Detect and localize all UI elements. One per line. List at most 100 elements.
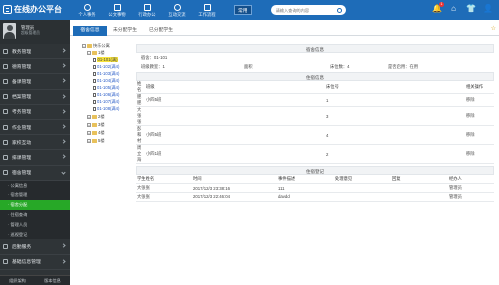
user-panel: 管理员 超级管理员: [0, 20, 70, 44]
sidebar-item-label: 考务管理: [12, 110, 32, 116]
room-icon: [93, 100, 96, 104]
expand-icon[interactable]: +: [87, 114, 91, 119]
folder-icon: [92, 50, 97, 55]
nav-admin[interactable]: 行政办公: [132, 2, 162, 19]
table-row: 大张张 2017/12/3 22:46:04 davdd 管理员: [136, 192, 494, 202]
search-input[interactable]: [270, 5, 333, 15]
avatar[interactable]: [3, 23, 16, 39]
tab-unassigned[interactable]: 未分配学生: [107, 26, 143, 36]
tree-room[interactable]: 01-104(满4): [93, 77, 119, 84]
top-nav: 个人事务 公文事物 行政办公 互动交流 工作流程: [72, 2, 222, 19]
cell-time: 2017/12/3 23:38:16: [192, 183, 277, 194]
sidebar-item-moral[interactable]: 德育管理: [0, 59, 70, 75]
sidebar-item-lesson[interactable]: 备课管理: [0, 74, 70, 90]
sidebar-item-logistics[interactable]: 后勤服务: [0, 239, 70, 255]
collapse-icon[interactable]: −: [82, 43, 86, 48]
notebook-icon: [3, 78, 8, 84]
cell-opinion: [334, 192, 391, 202]
sidebar-sub-dorm-manage[interactable]: · 宿舍管理: [0, 190, 70, 201]
sidebar-item-basic-info[interactable]: 基础信息管理: [0, 255, 70, 270]
nav-chat[interactable]: 互动交流: [162, 2, 192, 19]
tree-room[interactable]: 01-108(满4): [93, 105, 119, 112]
dorm-number: 宿舍：01-101: [141, 55, 168, 60]
nav-documents[interactable]: 公文事物: [102, 2, 132, 19]
sidebar-item-home-school[interactable]: 家校互动: [0, 135, 70, 151]
sidebar-item-academic[interactable]: 教务管理: [0, 44, 70, 60]
tree-floor[interactable]: − 1楼: [87, 49, 105, 56]
tab-bar: 宿舍信息 未分配学生 已分配学生 ☆: [70, 26, 499, 36]
log-table: 学生姓名 时间 事件描述 处理意见 回复 经办人 大张张 2017/12/3 2…: [136, 175, 494, 202]
tree-floor[interactable]: +3楼: [87, 121, 105, 128]
archive-icon: [3, 94, 8, 100]
tree-root[interactable]: − 快乐公寓: [82, 42, 110, 49]
tab-assigned[interactable]: 已分配学生: [143, 26, 179, 36]
cell-desc: davdd: [277, 192, 334, 202]
nav-personal[interactable]: 个人事务: [72, 2, 102, 19]
tree-label: 01-108(满4): [97, 106, 120, 111]
tree-label: 01-101(满): [97, 57, 119, 62]
version-info-link[interactable]: 版本信息: [35, 276, 70, 285]
collapse-icon[interactable]: −: [87, 50, 91, 55]
tree-room[interactable]: 01-101(满): [93, 56, 119, 63]
chevron-right-icon: [61, 243, 66, 249]
tree-label: 3楼: [98, 122, 105, 127]
book-icon: [3, 48, 8, 54]
tree-room[interactable]: 01-105(满4): [93, 84, 119, 91]
user-role: 超级管理员: [21, 31, 40, 35]
sidebar-sub-patrol[interactable]: · 巡视登记: [0, 229, 70, 240]
expand-icon[interactable]: +: [87, 122, 91, 127]
room-icon: [93, 107, 96, 111]
remove-link[interactable]: 移除: [465, 93, 494, 107]
nav-workflow[interactable]: 工作流程: [192, 2, 222, 19]
tree-floor[interactable]: +2楼: [87, 113, 105, 120]
cell-name: 大张张: [136, 106, 145, 126]
col-header: 班级: [145, 81, 325, 94]
cell-handler: 管理员: [448, 183, 494, 194]
room-icon: [93, 72, 96, 76]
sidebar-sub-dorm-assign[interactable]: · 宿舍分配: [0, 200, 70, 211]
remove-link[interactable]: 移除: [465, 106, 494, 126]
tree-room[interactable]: 01-106(满4): [93, 91, 119, 98]
sidebar-item-schedule[interactable]: 排课管理: [0, 150, 70, 166]
expand-icon[interactable]: +: [87, 130, 91, 135]
folder-icon: [92, 114, 97, 119]
tree-label: 2楼: [98, 114, 105, 119]
app-brand[interactable]: 在线办公平台: [3, 4, 62, 15]
sidebar-item-dorm[interactable]: 宿舍管理: [0, 166, 70, 181]
bell-icon[interactable]: 🔔 1: [432, 2, 444, 14]
sidebar-item-homework[interactable]: 作业管理: [0, 120, 70, 136]
search-icon[interactable]: [336, 7, 342, 13]
cell-handler: 管理员: [448, 192, 494, 202]
sidebar-footer: 组织架构 版本信息: [0, 275, 70, 285]
sidebar-sub-staff[interactable]: · 管理人员: [0, 219, 70, 230]
bed-icon: [3, 170, 8, 176]
shirt-icon[interactable]: 👕: [466, 4, 476, 14]
tree-room[interactable]: 01-102(满4): [93, 63, 119, 70]
folder-icon: [92, 130, 97, 135]
folder-icon: [92, 122, 97, 127]
chevron-right-icon: [61, 154, 66, 159]
dorm-capacity: 床位数：4: [330, 64, 350, 69]
remove-link[interactable]: 移除: [465, 125, 494, 145]
user-icon[interactable]: 👤: [483, 4, 493, 14]
org-structure-link[interactable]: 组织架构: [0, 276, 35, 285]
header-icons: 🔔 1 ⌂ 👕 👤: [432, 2, 493, 14]
star-icon[interactable]: ☆: [491, 25, 496, 32]
dorm-info-details: 班级教室：1 面积 床位数：4 是否启用：在用: [136, 62, 494, 71]
sidebar-item-archive[interactable]: 档案管理: [0, 90, 70, 105]
tree-floor[interactable]: +4楼: [87, 129, 105, 136]
tree-floor[interactable]: +5楼: [87, 137, 105, 144]
tree-room[interactable]: 01-103(满4): [93, 70, 119, 77]
tab-dorm-info[interactable]: 宿舍信息: [73, 26, 107, 36]
sidebar-item-exam[interactable]: 考务管理: [0, 105, 70, 120]
chevron-right-icon: [61, 139, 66, 144]
room-icon: [93, 93, 96, 97]
expand-icon[interactable]: +: [87, 138, 91, 143]
sidebar-sub-apartment[interactable]: · 公寓信息: [0, 180, 70, 191]
common-toggle-button[interactable]: 常用: [234, 5, 252, 15]
tree-label: 01-103(满4): [97, 71, 120, 76]
home-icon[interactable]: ⌂: [449, 4, 458, 14]
tree-room[interactable]: 01-107(满4): [93, 98, 119, 105]
remove-link[interactable]: 移除: [465, 144, 494, 164]
sidebar-sub-lodging-query[interactable]: · 住宿查询: [0, 210, 70, 220]
